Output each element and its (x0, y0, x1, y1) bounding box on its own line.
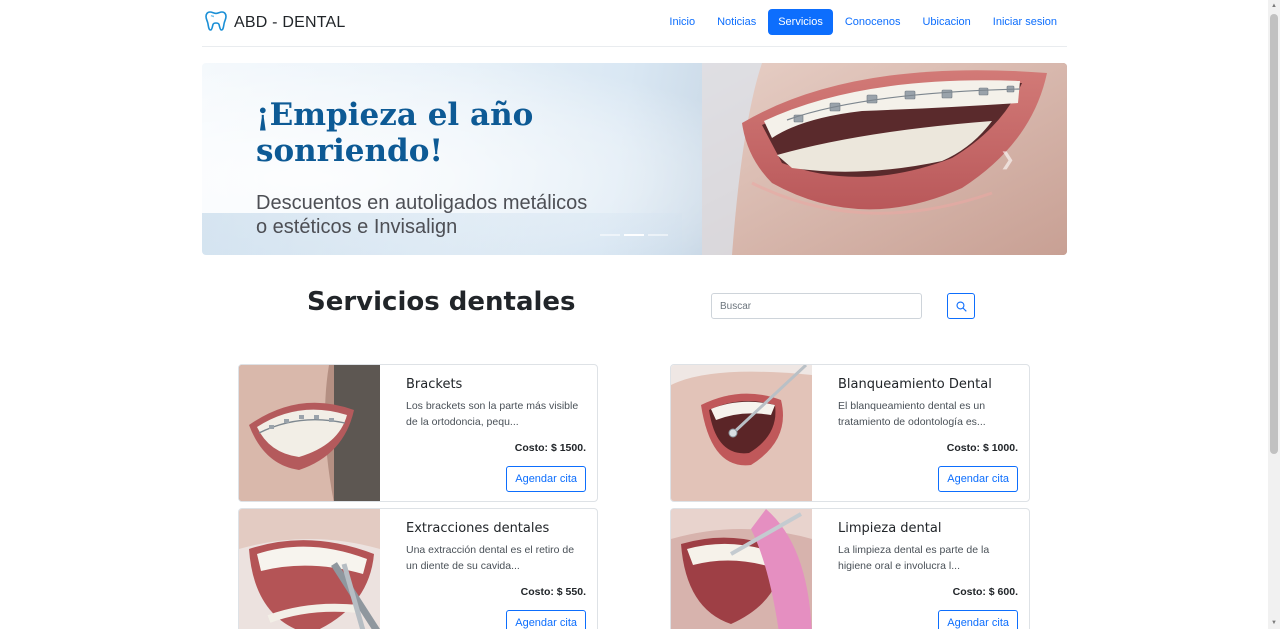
card-body: Extracciones dentales Una extracción den… (406, 509, 586, 629)
carousel-indicators (600, 234, 668, 236)
card-description: La limpieza dental es parte de la higien… (838, 544, 990, 572)
nav-inicio[interactable]: Inicio (659, 9, 705, 35)
nav-iniciar-sesion[interactable]: Iniciar sesion (983, 9, 1067, 35)
schedule-button[interactable]: Agendar cita (938, 466, 1018, 492)
scroll-up-icon[interactable]: ▲ (1270, 2, 1278, 10)
card-cost: Costo: $ 1500. (514, 442, 586, 454)
search-button[interactable] (947, 293, 975, 319)
carousel-indicator[interactable] (648, 234, 668, 236)
banner-headline: ¡Empieza el año sonriendo! (256, 97, 636, 169)
banner-subtext: Descuentos en autoligados metálicos o es… (256, 191, 676, 239)
headline-line-1: ¡Empieza el año (256, 97, 534, 133)
page-scrollbar[interactable]: ▲ ▼ (1268, 0, 1280, 629)
promo-carousel[interactable]: ¡Empieza el año sonriendo! Descuentos en… (202, 63, 1067, 255)
card-body: Blanqueamiento Dental El blanqueamiento … (838, 365, 1018, 501)
scrollbar-thumb[interactable] (1270, 14, 1278, 454)
navbar: ABD - DENTAL Inicio Noticias Servicios C… (202, 0, 1067, 47)
subtext-line-1: Descuentos en autoligados metálicos (256, 192, 588, 214)
scroll-down-icon[interactable]: ▼ (1270, 619, 1278, 627)
schedule-button[interactable]: Agendar cita (506, 466, 586, 492)
card-cost: Costo: $ 600. (952, 586, 1018, 598)
nav-servicios[interactable]: Servicios (768, 9, 833, 35)
card-description: Los brackets son la parte más visible de… (406, 400, 579, 428)
service-card-blanqueamiento: Blanqueamiento Dental El blanqueamiento … (670, 364, 1030, 502)
brand[interactable]: ABD - DENTAL (204, 10, 345, 36)
search-icon (955, 300, 967, 312)
service-card-brackets: Brackets Los brackets son la parte más v… (238, 364, 598, 502)
card-description: Una extracción dental es el retiro de un… (406, 544, 575, 572)
card-body: Brackets Los brackets son la parte más v… (406, 365, 586, 501)
card-cost: Costo: $ 550. (520, 586, 586, 598)
cleaning-image (671, 509, 812, 629)
main-nav: Inicio Noticias Servicios Conocenos Ubic… (657, 9, 1067, 35)
nav-ubicacion[interactable]: Ubicacion (912, 9, 980, 35)
carousel-indicator[interactable] (600, 234, 620, 236)
schedule-button[interactable]: Agendar cita (506, 610, 586, 629)
nav-conocenos[interactable]: Conocenos (835, 9, 911, 35)
extraction-image (239, 509, 380, 629)
whitening-image (671, 365, 812, 501)
section-title: Servicios dentales (307, 287, 576, 317)
card-cost: Costo: $ 1000. (946, 442, 1018, 454)
card-title: Extracciones dentales (406, 521, 550, 536)
brackets-image (239, 365, 380, 501)
headline-line-2: sonriendo! (256, 133, 443, 169)
nav-noticias[interactable]: Noticias (707, 9, 766, 35)
schedule-button[interactable]: Agendar cita (938, 610, 1018, 629)
page: ABD - DENTAL Inicio Noticias Servicios C… (0, 0, 1280, 629)
card-title: Blanqueamiento Dental (838, 377, 992, 392)
search-input[interactable] (711, 293, 922, 319)
card-body: Limpieza dental La limpieza dental es pa… (838, 509, 1018, 629)
card-title: Limpieza dental (838, 521, 942, 536)
service-card-extracciones: Extracciones dentales Una extracción den… (238, 508, 598, 629)
tooth-icon (204, 9, 228, 38)
carousel-indicator-active[interactable] (624, 234, 644, 236)
brand-name: ABD - DENTAL (234, 14, 346, 31)
card-description: El blanqueamiento dental es un tratamien… (838, 400, 986, 428)
card-title: Brackets (406, 377, 463, 392)
service-card-limpieza: Limpieza dental La limpieza dental es pa… (670, 508, 1030, 629)
carousel-next-icon[interactable]: ❯ (1000, 149, 1015, 170)
